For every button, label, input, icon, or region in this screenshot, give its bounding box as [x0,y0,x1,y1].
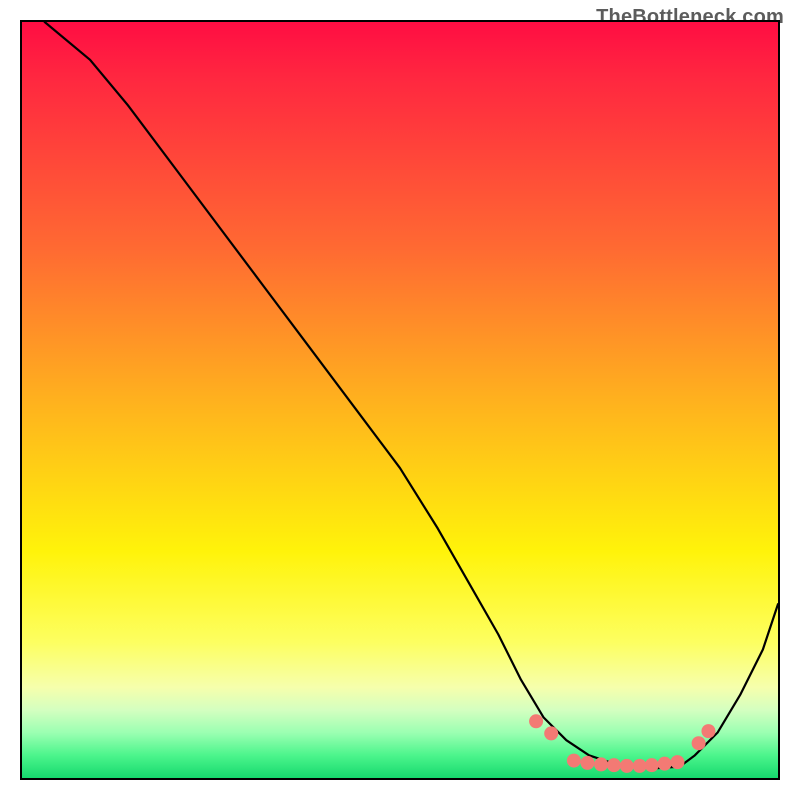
chart-container: TheBottleneck.com [0,0,800,800]
curve-line [45,22,778,768]
highlight-dot [670,755,684,769]
highlight-dot [544,726,558,740]
highlight-dot [692,736,706,750]
highlight-dot [594,757,608,771]
highlight-dot [607,758,621,772]
highlight-dot [645,758,659,772]
plot-area [20,20,780,780]
chart-overlay [22,22,778,778]
highlight-dot [529,714,543,728]
highlight-dots [529,714,715,773]
highlight-dot [567,754,581,768]
highlight-dot [658,757,672,771]
highlight-dot [701,724,715,738]
highlight-dot [633,759,647,773]
highlight-dot [620,759,634,773]
highlight-dot [580,756,594,770]
